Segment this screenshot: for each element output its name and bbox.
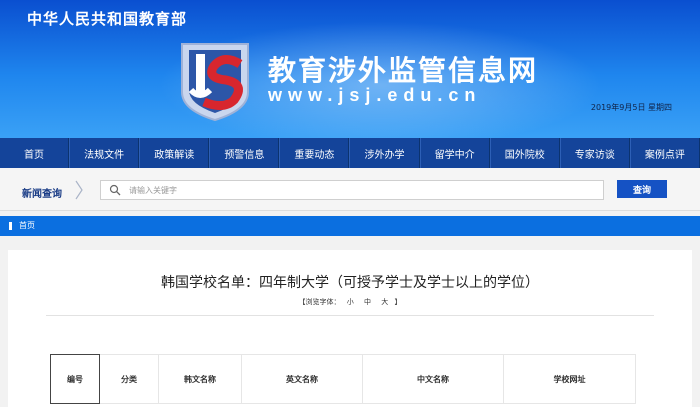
column-header-korean-name: 韩文名称 [158, 354, 242, 404]
nav-item-foreign-education[interactable]: 涉外办学 [349, 138, 420, 168]
table-header-row: 编号 分类 韩文名称 英文名称 中文名称 学校网址 [50, 354, 636, 404]
chevron-separator-icon [75, 180, 83, 200]
nav-item-news[interactable]: 重要动态 [279, 138, 350, 168]
site-url: www.jsj.edu.cn [268, 85, 482, 105]
breadcrumb-marker [9, 222, 12, 230]
main-nav: 首页 法规文件 政策解读 预警信息 重要动态 涉外办学 留学中介 国外院校 专家… [0, 138, 700, 168]
breadcrumb: 首页 [0, 216, 700, 236]
column-header-chinese-name: 中文名称 [362, 354, 504, 404]
nav-item-regulations[interactable]: 法规文件 [69, 138, 140, 168]
font-size-selector: 【浏览字体： 小 中 大 】 [8, 297, 692, 307]
font-size-small-link[interactable]: 小 [347, 298, 354, 306]
search-box [100, 180, 604, 200]
site-name: 教育涉外监管信息网 [268, 54, 539, 87]
search-input[interactable] [129, 183, 589, 197]
article-title: 韩国学校名单：四年制大学（可授予学士及学士以上的学位） [161, 275, 539, 291]
nav-item-foreign-schools[interactable]: 国外院校 [489, 138, 560, 168]
column-header-english-name: 英文名称 [241, 354, 363, 404]
title-divider [46, 315, 654, 316]
nav-item-warnings[interactable]: 预警信息 [209, 138, 280, 168]
school-table: 编号 分类 韩文名称 英文名称 中文名称 学校网址 [50, 354, 636, 404]
header-banner: 中华人民共和国教育部 教育涉外监管信息网 www.jsj.edu.cn 2019… [0, 0, 700, 138]
column-header-website: 学校网址 [503, 354, 636, 404]
search-bar: 新闻查询 查询 [0, 168, 700, 211]
nav-item-policy[interactable]: 政策解读 [139, 138, 210, 168]
breadcrumb-home-link[interactable]: 首页 [19, 220, 35, 231]
ministry-name: 中华人民共和国教育部 [27, 10, 188, 28]
column-header-number: 编号 [50, 354, 100, 404]
font-size-medium-link[interactable]: 中 [364, 298, 371, 306]
search-button[interactable]: 查询 [617, 180, 667, 198]
nav-item-home[interactable]: 首页 [0, 138, 70, 168]
content-panel: 韩国学校名单：四年制大学（可授予学士及学士以上的学位） 【浏览字体： 小 中 大… [8, 250, 692, 407]
search-icon [109, 184, 121, 196]
font-size-prefix: 【浏览字体： [298, 298, 341, 306]
font-size-suffix: 】 [394, 298, 402, 306]
search-label: 新闻查询 [22, 189, 62, 200]
nav-item-interviews[interactable]: 专家访谈 [559, 138, 630, 168]
font-size-large-link[interactable]: 大 [381, 298, 388, 306]
column-header-category: 分类 [99, 354, 159, 404]
current-date: 2019年9月5日 星期四 [590, 103, 672, 112]
nav-item-study-agencies[interactable]: 留学中介 [419, 138, 490, 168]
nav-item-cases[interactable]: 案例点评 [629, 138, 700, 168]
site-logo[interactable] [176, 40, 254, 122]
